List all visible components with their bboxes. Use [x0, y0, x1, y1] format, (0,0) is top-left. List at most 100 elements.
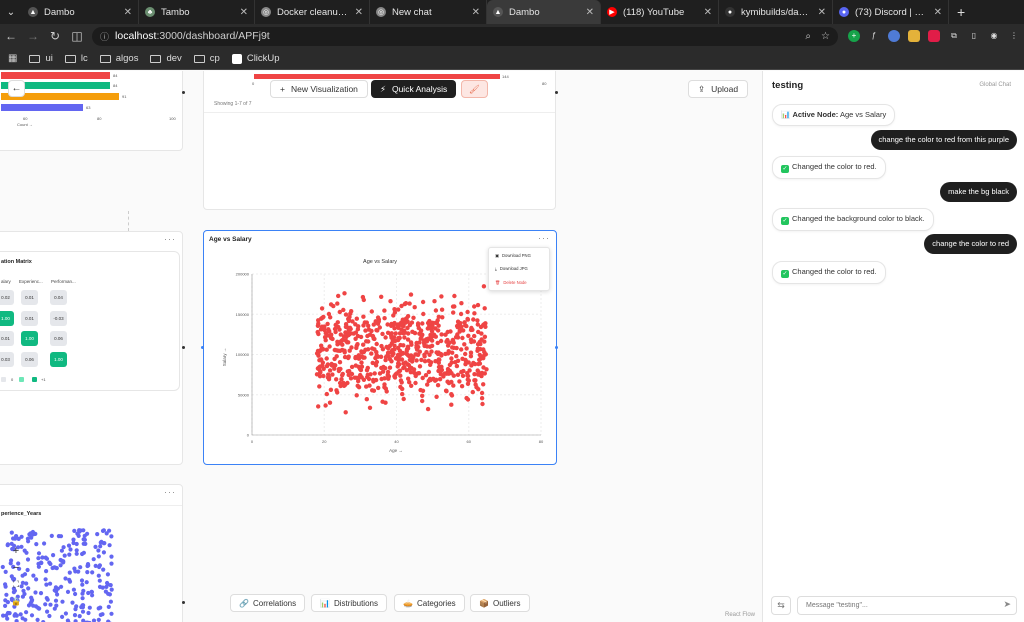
- browser-tab[interactable]: ● kymibuilds/dambo ✕: [719, 0, 833, 24]
- node-menu-icon[interactable]: ···: [164, 234, 176, 244]
- browser-tab[interactable]: ▲ Dambo ✕: [487, 0, 601, 24]
- bookmark-clickup[interactable]: ClickUp: [231, 53, 280, 64]
- scatter-point: [397, 335, 402, 341]
- categories-chip[interactable]: 🥧 Categories: [394, 594, 465, 612]
- node-handle[interactable]: [182, 601, 185, 604]
- close-tab-icon[interactable]: ✕: [472, 7, 480, 18]
- back-button[interactable]: ←: [8, 80, 25, 97]
- extensions-puzzle-icon[interactable]: ⧉: [948, 30, 960, 42]
- zoom-icon[interactable]: ⌕: [805, 31, 811, 42]
- delete-node-item[interactable]: 🗑 Delete Node: [495, 280, 527, 286]
- distribution-point: [85, 562, 91, 567]
- zoom-out-button[interactable]: −: [8, 562, 24, 574]
- browser-tab[interactable]: ♣ Tambo ✕: [139, 0, 255, 24]
- bookmark-ui[interactable]: ui: [29, 53, 53, 64]
- close-tab-icon[interactable]: ✕: [586, 7, 594, 18]
- extension-green-icon[interactable]: +: [848, 30, 860, 42]
- bookmark-algos[interactable]: algos: [99, 53, 138, 64]
- quick-analysis-button[interactable]: ⚡ Quick Analysis: [371, 80, 457, 98]
- browser-tab[interactable]: ◎ Docker cleanup gui ✕: [255, 0, 370, 24]
- matrix-cell[interactable]: 0.01: [0, 331, 14, 346]
- node-handle[interactable]: [182, 91, 185, 94]
- extension-chart-icon[interactable]: [908, 30, 920, 42]
- tick-label: 80: [97, 116, 102, 121]
- extension-fx-icon[interactable]: ƒ: [868, 30, 880, 42]
- new-visualization-button[interactable]: + New Visualization: [270, 80, 368, 98]
- brush-button[interactable]: 🖌: [461, 80, 488, 98]
- new-tab-icon[interactable]: +: [949, 4, 973, 20]
- swap-icon[interactable]: ⇆: [771, 596, 791, 615]
- matrix-cell[interactable]: 0.01: [21, 290, 38, 305]
- download-jpg-item[interactable]: ⤓ Download JPG: [495, 266, 528, 271]
- matrix-cell[interactable]: 0.04: [50, 290, 67, 305]
- sidebar-icon[interactable]: ▯: [968, 30, 980, 42]
- matrix-cell[interactable]: -0.03: [50, 311, 67, 326]
- address-bar[interactable]: ⓘ localhost:3000/dashboard/APFj9t ⌕ ☆: [92, 26, 838, 46]
- experience-node[interactable]: ··· perience_Years: [0, 484, 183, 622]
- scatter-point: [392, 347, 397, 352]
- distribution-point: [77, 614, 82, 619]
- matrix-cell[interactable]: 1.00: [50, 352, 67, 367]
- back-icon[interactable]: ←: [0, 29, 22, 43]
- matrix-cell[interactable]: 0.02: [0, 290, 14, 305]
- chat-message-input[interactable]: [797, 596, 1017, 615]
- close-tab-icon[interactable]: ✕: [124, 7, 132, 18]
- extension-pocket-icon[interactable]: [928, 30, 940, 42]
- menu-kebab-icon[interactable]: ⋮: [1008, 30, 1020, 42]
- split-view-icon[interactable]: ◫: [66, 29, 88, 43]
- browser-tab[interactable]: ● (73) Discord | @DR ✕: [833, 0, 949, 24]
- matrix-cell[interactable]: 0.06: [21, 352, 38, 367]
- close-tab-icon[interactable]: ✕: [934, 7, 942, 18]
- bookmark-dev[interactable]: dev: [150, 53, 182, 64]
- bar-chart-node[interactable]: 84 84 91 63 60 80 100 Count →: [0, 71, 183, 151]
- tab-title: Dambo: [44, 6, 75, 18]
- node-handle[interactable]: [555, 91, 558, 94]
- close-tab-icon[interactable]: ✕: [355, 7, 363, 18]
- matrix-cell[interactable]: 1.00: [0, 311, 14, 326]
- matrix-cell[interactable]: 1.00: [21, 331, 38, 346]
- apps-grid-icon[interactable]: ▦: [8, 53, 17, 64]
- tab-search-icon[interactable]: ⌄: [0, 0, 22, 24]
- bookmark-star-icon[interactable]: ☆: [821, 31, 830, 42]
- scatter-point: [444, 339, 449, 344]
- matrix-cell[interactable]: 0.01: [21, 311, 38, 326]
- distribution-point: [12, 613, 17, 618]
- flow-canvas[interactable]: 84 84 91 63 60 80 100 Count → ← 144 0 80…: [0, 71, 762, 622]
- tab-title: Tambo: [161, 6, 190, 18]
- matrix-cell[interactable]: 0.06: [50, 331, 67, 346]
- fit-view-button[interactable]: ⛶: [8, 579, 24, 590]
- close-tab-icon[interactable]: ✕: [818, 7, 826, 18]
- browser-tab[interactable]: ▶ (118) YouTube ✕: [601, 0, 719, 24]
- node-handle[interactable]: [182, 346, 185, 349]
- distributions-chip[interactable]: 📊 Distributions: [311, 594, 387, 612]
- browser-tab[interactable]: ◎ New chat ✕: [370, 0, 487, 24]
- zoom-in-button[interactable]: +: [8, 545, 24, 557]
- scatter-point: [418, 331, 424, 337]
- node-menu-icon[interactable]: ···: [164, 487, 176, 497]
- distribution-point: [31, 603, 36, 608]
- scatter-point: [333, 322, 338, 328]
- react-flow-attribution[interactable]: React Flow: [725, 612, 755, 618]
- send-icon[interactable]: ➤: [1003, 599, 1011, 610]
- forward-icon[interactable]: →: [22, 29, 44, 43]
- node-handle[interactable]: [201, 346, 204, 349]
- matrix-cell[interactable]: 0.03: [0, 352, 14, 367]
- profile-icon[interactable]: ◉: [988, 30, 1000, 42]
- scatter-point: [455, 335, 461, 340]
- bookmark-lc[interactable]: lc: [64, 53, 88, 64]
- distribution-point: [81, 541, 86, 546]
- correlations-chip[interactable]: 🔗 Correlations: [230, 594, 306, 612]
- box-icon: 📦: [479, 598, 489, 608]
- bookmark-cp[interactable]: cp: [193, 53, 220, 64]
- reload-icon[interactable]: ↻: [44, 29, 66, 43]
- browser-tab[interactable]: ▲ Dambo ✕: [22, 0, 139, 24]
- close-tab-icon[interactable]: ✕: [240, 7, 248, 18]
- upload-button[interactable]: ⇪ Upload: [688, 80, 749, 98]
- close-tab-icon[interactable]: ✕: [704, 7, 712, 18]
- outliers-chip[interactable]: 📦 Outliers: [470, 594, 530, 612]
- lock-button[interactable]: 🔒: [8, 597, 24, 606]
- site-info-icon[interactable]: ⓘ: [100, 30, 109, 43]
- download-png-item[interactable]: ▣ Download PNG: [495, 253, 531, 258]
- extension-blue-icon[interactable]: [888, 30, 900, 42]
- node-handle[interactable]: [555, 346, 558, 349]
